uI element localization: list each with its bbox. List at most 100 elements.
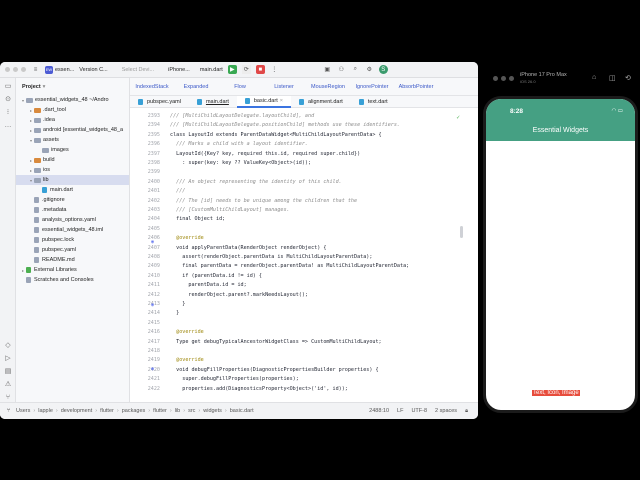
breadcrumb-item[interactable]: packages — [122, 408, 146, 414]
tree-item[interactable]: ▾ assets — [16, 135, 129, 145]
tree-item[interactable]: essential_widgets_48.iml — [16, 225, 129, 235]
code-line[interactable]: super.debugFillProperties(properties); — [170, 375, 299, 384]
debug-icon[interactable]: ⟳ — [241, 65, 251, 74]
editor-tab[interactable]: text.dart — [351, 96, 396, 108]
code-editor[interactable]: 2393 2394 2395 2396 2397 2398 2399 2400 2401 2402… — [130, 108, 478, 402]
tree-item[interactable]: main.dart — [16, 185, 129, 195]
code-line[interactable]: void debugFillProperties(DiagnosticPrope… — [170, 366, 378, 375]
code-line[interactable]: properties.add(DiagnosticsProperty<Objec… — [170, 385, 348, 394]
tree-item[interactable]: ▸ ios — [16, 165, 129, 175]
code-line[interactable]: LayoutId({Key? key, required this.id, re… — [170, 150, 360, 159]
override-marker-icon[interactable]: ◉ — [151, 366, 156, 372]
code-line[interactable]: Type get debugTypicalAncestorWidgetClass… — [170, 338, 381, 347]
code-line[interactable]: /// The [id] needs to be unique among th… — [170, 197, 357, 206]
code-line[interactable]: renderObject.parent?.markNeedsLayout(); — [170, 291, 308, 300]
terminal-icon[interactable]: ▤ — [3, 366, 13, 376]
widget-palette-item[interactable]: AbsorbPointer — [394, 84, 438, 90]
code-line[interactable]: /// — [170, 187, 185, 196]
override-marker-icon[interactable]: ◉ — [151, 239, 156, 245]
breadcrumb-item[interactable]: lapple — [38, 408, 53, 414]
devices-icon[interactable]: ▣ — [323, 65, 332, 74]
widget-palette-item[interactable]: IgnorePointer — [350, 84, 394, 90]
code-line[interactable]: final Object id; — [170, 215, 225, 224]
tree-item[interactable]: .metadata — [16, 205, 129, 215]
search-icon[interactable]: ⌕ — [351, 65, 360, 74]
widget-palette-item[interactable]: Listener — [262, 84, 306, 90]
tree-item[interactable]: ▸ android [essential_widgets_48_a — [16, 125, 129, 135]
simulator-window-controls[interactable] — [493, 76, 514, 81]
breadcrumb-item[interactable]: src — [188, 408, 195, 414]
project-selector[interactable]: EW essen... — [45, 65, 74, 74]
code-line[interactable]: /// [MultiChildLayoutDelegate.layoutChil… — [170, 112, 314, 121]
file-encoding[interactable]: UTF-8 — [411, 408, 427, 415]
editor-tab[interactable]: main.dart — [189, 96, 237, 108]
hamburger-menu-icon[interactable]: ≡ — [31, 65, 40, 74]
flutter-icon[interactable]: ◇ — [3, 340, 13, 350]
problems-icon[interactable]: ⚠ — [3, 379, 13, 389]
code-line[interactable]: /// Marks a child with a layout identifi… — [170, 140, 308, 149]
more-tools-icon[interactable]: … — [3, 120, 13, 130]
code-line[interactable]: parentData.id = id; — [170, 281, 246, 290]
breadcrumb-item[interactable]: flutter — [100, 408, 114, 414]
phone-screen[interactable]: 8:28 ◠ ▭ Essential Widgets Text, Icon, I… — [483, 96, 638, 413]
commit-icon[interactable]: ⊙ — [3, 94, 13, 104]
close-tab-icon[interactable]: × — [280, 98, 283, 104]
screenshot-icon[interactable]: ◫ — [609, 74, 617, 82]
tree-item[interactable]: pubspec.yaml — [16, 245, 129, 255]
iphone-selector[interactable]: iPhone... — [168, 67, 190, 73]
lock-icon[interactable]: 🔒︎ — [465, 408, 468, 415]
code-line[interactable]: class LayoutId extends ParentDataWidget<… — [170, 131, 382, 140]
indent-setting[interactable]: 2 spaces — [435, 408, 457, 415]
breadcrumb-item[interactable]: basic.dart — [230, 408, 254, 414]
run-icon[interactable]: ▶ — [227, 65, 237, 74]
code-line[interactable]: final parentData = renderObject.parentDa… — [170, 262, 409, 271]
run-tool-icon[interactable]: ▷ — [3, 353, 13, 363]
more-icon[interactable]: ⋮ — [270, 65, 279, 74]
tree-item[interactable]: Scratches and Consoles — [16, 275, 129, 285]
editor-tab[interactable]: pubspec.yaml — [130, 96, 189, 108]
widget-palette-item[interactable]: Flow — [218, 84, 262, 90]
device-selector[interactable]: Select Devi... — [122, 67, 154, 73]
code-line[interactable]: @override — [170, 356, 204, 365]
project-header[interactable]: Project ▾ — [16, 78, 129, 95]
vcs-selector[interactable]: Version C... — [79, 67, 107, 73]
caret-position[interactable]: 2488:10 — [369, 408, 389, 415]
code-line[interactable]: if (parentData.id != id) { — [170, 272, 262, 281]
override-marker-icon[interactable]: ◉ — [151, 302, 156, 308]
tree-item[interactable]: ▾ essential_widgets_48 ~/Andro — [16, 95, 129, 105]
code-line[interactable]: : super(key: key ?? ValueKey<Object>(id)… — [170, 159, 311, 168]
tree-item[interactable]: README.md — [16, 255, 129, 265]
tree-item[interactable]: .gitignore — [16, 195, 129, 205]
widget-palette-item[interactable]: IndexedStack — [130, 84, 174, 90]
scroll-thumb[interactable] — [460, 226, 463, 238]
breadcrumb-item[interactable]: development — [61, 408, 93, 414]
tree-item[interactable]: analysis_options.yaml — [16, 215, 129, 225]
tree-item[interactable]: pubspec.lock — [16, 235, 129, 245]
breadcrumb-item[interactable]: widgets — [203, 408, 222, 414]
tree-item[interactable]: ▸ build — [16, 155, 129, 165]
home-icon[interactable]: ⌂ — [592, 74, 600, 82]
avatar[interactable]: S — [378, 65, 388, 74]
widget-palette-item[interactable]: MouseRegion — [306, 84, 350, 90]
vcs-status-icon[interactable]: ⑂ — [4, 407, 13, 416]
code-line[interactable]: @override — [170, 328, 204, 337]
tree-item[interactable]: images — [16, 145, 129, 155]
git-icon[interactable]: ⑂ — [3, 392, 13, 402]
tree-item[interactable]: ▾ lib — [16, 175, 129, 185]
code-line[interactable]: } — [170, 309, 179, 318]
code-line[interactable]: } — [170, 300, 185, 309]
stop-icon[interactable]: ■ — [255, 65, 265, 74]
code-line[interactable]: /// An object representing the identity … — [170, 178, 342, 187]
window-controls[interactable] — [5, 67, 26, 72]
tree-item[interactable]: ▸ .idea — [16, 115, 129, 125]
editor-tab[interactable]: basic.dart × — [236, 95, 291, 108]
code-line[interactable]: assert(renderObject.parentData is MultiC… — [170, 253, 372, 262]
breadcrumb-item[interactable]: flutter — [153, 408, 167, 414]
rotate-icon[interactable]: ⟲ — [625, 74, 633, 82]
widget-palette-item[interactable]: Expanded — [174, 84, 218, 90]
tree-item[interactable]: ▸ External Libraries — [16, 265, 129, 275]
folder-icon[interactable]: ▭ — [3, 81, 13, 91]
structure-icon[interactable]: ⁝ — [3, 107, 13, 117]
code-line[interactable]: /// [CustomMultiChildLayout] manages. — [170, 206, 289, 215]
breadcrumb-item[interactable]: lib — [175, 408, 181, 414]
